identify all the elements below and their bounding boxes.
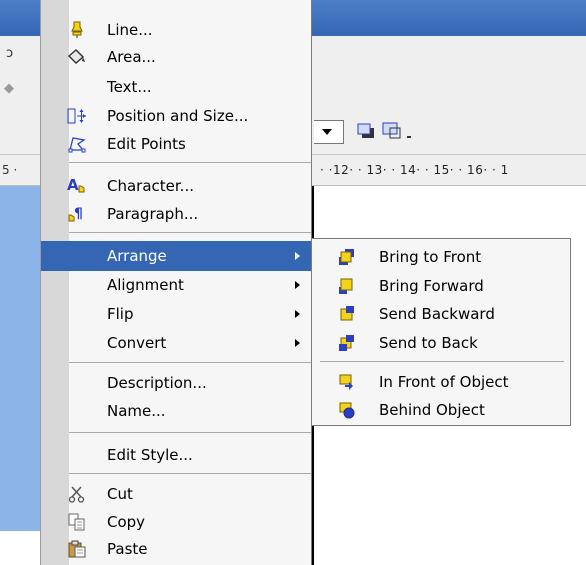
menu-separator (69, 162, 311, 163)
context-menu: Line... Area... Text... Position and Siz… (40, 0, 312, 565)
character-icon: A (67, 176, 87, 196)
behind-object-icon (339, 402, 355, 419)
menu-item-label: Line... (107, 21, 153, 39)
area-fill-icon (67, 47, 87, 67)
menu-item-paragraph[interactable]: ¶ Paragraph... (41, 199, 311, 229)
menu-item-edit-points[interactable]: Edit Points (41, 129, 311, 159)
toolbar-dropdown[interactable] (314, 120, 344, 144)
menu-item-cut[interactable]: Cut (41, 479, 311, 509)
menu-item-label: Convert (107, 334, 167, 352)
toolbar-fragment: ◆ (4, 81, 14, 96)
submenu-item-bring-to-front[interactable]: Bring to Front (312, 242, 570, 272)
submenu-arrow-icon (295, 281, 300, 289)
shadow-icon[interactable] (354, 120, 378, 142)
line-icon (67, 20, 87, 40)
menu-separator (69, 362, 311, 363)
menu-item-label: Edit Points (107, 135, 186, 153)
menu-item-label: Paste (107, 540, 148, 558)
send-backward-icon (340, 306, 354, 321)
submenu-item-send-backward[interactable]: Send Backward (312, 299, 570, 329)
send-to-back-icon (339, 335, 354, 351)
menu-item-label: Name... (107, 402, 166, 420)
menu-item-description[interactable]: Description... (41, 368, 311, 398)
toolbar-more-icon[interactable] (404, 120, 416, 142)
menu-separator (69, 432, 311, 433)
crop-icon[interactable] (380, 120, 404, 142)
menu-item-label: Text... (107, 78, 152, 96)
bring-to-front-icon (339, 249, 354, 265)
scissors-icon (67, 484, 87, 504)
submenu-item-label: Behind Object (379, 401, 485, 419)
menu-item-label: Flip (107, 305, 134, 323)
menu-separator (69, 232, 311, 233)
menu-item-flip[interactable]: Flip (41, 299, 311, 329)
ruler-tick-labels: · ·12· · 13· · 14· · 15· · 16· · 1 (320, 163, 509, 177)
menu-item-arrange[interactable]: Arrange (41, 241, 311, 271)
submenu-item-label: Bring Forward (379, 277, 484, 295)
chevron-down-icon (322, 129, 332, 135)
menu-item-position-and-size[interactable]: Position and Size... (41, 101, 311, 131)
submenu-separator (320, 361, 564, 362)
arrange-submenu: Bring to Front Bring Forward Send Backwa… (311, 238, 571, 426)
menu-item-edit-style[interactable]: Edit Style... (41, 440, 311, 470)
submenu-item-label: Bring to Front (379, 248, 482, 266)
menu-item-line[interactable]: Line... (41, 15, 311, 45)
menu-item-label: Cut (107, 485, 133, 503)
submenu-item-behind-object[interactable]: Behind Object (312, 395, 570, 425)
menu-item-label: Edit Style... (107, 446, 193, 464)
svg-text:A: A (67, 176, 79, 194)
menu-item-text[interactable]: Text... (41, 72, 311, 102)
submenu-arrow-icon (295, 252, 300, 260)
svg-text:¶: ¶ (74, 206, 83, 222)
menu-item-label: Description... (107, 374, 207, 392)
menu-item-label: Copy (107, 513, 146, 531)
menu-item-paste[interactable]: Paste (41, 534, 311, 564)
submenu-item-label: Send Backward (379, 305, 495, 323)
paragraph-icon: ¶ (67, 204, 87, 224)
menu-item-name[interactable]: Name... (41, 396, 311, 426)
edit-points-icon (67, 134, 87, 154)
menu-item-label: Character... (107, 177, 194, 195)
menu-separator (69, 473, 311, 474)
menu-item-alignment[interactable]: Alignment (41, 270, 311, 300)
submenu-arrow-icon (295, 339, 300, 347)
ruler-left-text: 5 · (2, 163, 18, 177)
submenu-item-send-to-back[interactable]: Send to Back (312, 328, 570, 358)
menu-item-label: Position and Size... (107, 107, 249, 125)
menubar-fragment: ɔ (6, 46, 14, 61)
menu-item-label: Alignment (107, 276, 184, 294)
selected-object-area[interactable] (0, 186, 43, 531)
position-size-icon (67, 106, 87, 126)
submenu-arrow-icon (295, 310, 300, 318)
menu-item-copy[interactable]: Copy (41, 507, 311, 537)
bring-forward-icon (339, 278, 353, 294)
menu-item-character[interactable]: A Character... (41, 171, 311, 201)
menu-item-label: Arrange (107, 247, 167, 265)
submenu-item-label: Send to Back (379, 334, 478, 352)
copy-icon (67, 512, 87, 532)
submenu-item-in-front-of-object[interactable]: In Front of Object (312, 367, 570, 397)
menu-item-label: Area... (107, 48, 156, 66)
menu-item-label: Paragraph... (107, 205, 199, 223)
submenu-item-bring-forward[interactable]: Bring Forward (312, 271, 570, 301)
menu-item-convert[interactable]: Convert (41, 328, 311, 358)
submenu-item-label: In Front of Object (379, 373, 509, 391)
in-front-of-object-icon (339, 374, 353, 390)
menu-item-area[interactable]: Area... (41, 42, 311, 72)
paste-icon (67, 539, 87, 559)
